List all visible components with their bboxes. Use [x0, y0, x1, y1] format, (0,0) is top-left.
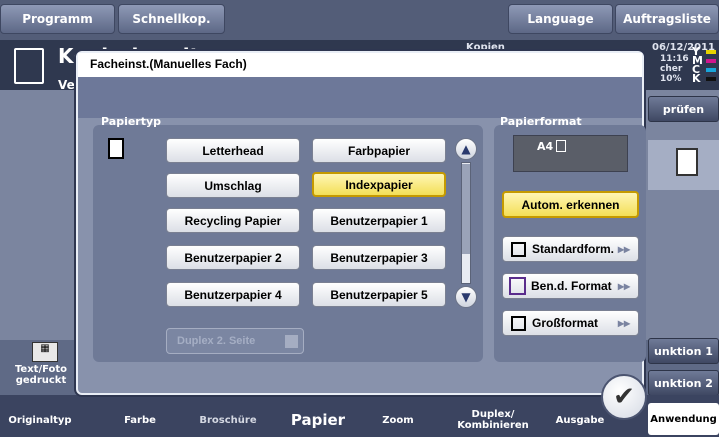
chevron-down-icon: ▼	[461, 290, 471, 304]
duplex-button-disabled: Duplex 2. Seite	[166, 328, 304, 354]
tab-broschuere[interactable]: Broschüre	[188, 405, 268, 435]
toner-bar-k	[706, 77, 716, 81]
speicher-text: cher	[660, 64, 683, 74]
chevron-right-icon: ▸▸	[617, 279, 630, 293]
text-foto-label: Text/Foto	[14, 364, 68, 375]
time-text: 11:16	[660, 54, 689, 64]
format-display	[513, 135, 628, 172]
paper-icon	[108, 138, 124, 159]
toner-k: K	[692, 72, 701, 85]
page-preview-icon	[676, 148, 698, 176]
papertype-benutzer3[interactable]: Benutzerpapier 3	[312, 245, 446, 270]
tab-zoom[interactable]: Zoom	[358, 405, 438, 435]
funktion-1-button[interactable]: unktion 1	[648, 338, 719, 364]
portrait-page-icon	[556, 140, 566, 152]
funktion-2-button[interactable]: unktion 2	[648, 370, 719, 396]
papertype-umschlag[interactable]: Umschlag	[166, 173, 300, 198]
tab-duplex[interactable]: Duplex/ Kombinieren	[448, 405, 538, 435]
standardformat-label: Standardform.	[532, 242, 615, 256]
pruefen-button[interactable]: prüfen	[648, 96, 719, 122]
custom-format-button[interactable]: Ben.d. Format ▸▸	[502, 273, 639, 299]
programm-button[interactable]: Programm	[0, 4, 115, 34]
papertype-benutzer2[interactable]: Benutzerpapier 2	[166, 245, 300, 270]
papertype-benutzer4[interactable]: Benutzerpapier 4	[166, 282, 300, 307]
papertype-indexpapier[interactable]: Indexpapier	[312, 172, 446, 197]
schnellkopie-button[interactable]: Schnellkop.	[118, 4, 225, 34]
tab-anwendung[interactable]: Anwendung	[648, 403, 719, 435]
format-display-value: A4	[537, 140, 554, 153]
toner-bar-c	[706, 68, 716, 72]
tab-papier[interactable]: Papier	[278, 405, 358, 435]
language-button[interactable]: Language	[508, 4, 613, 34]
toner-levels: Y M C K	[692, 46, 704, 85]
duplex-label: Duplex 2. Seite	[177, 335, 256, 347]
papertype-farbpapier[interactable]: Farbpapier	[312, 138, 446, 163]
papertype-recycling[interactable]: Recycling Papier	[166, 208, 300, 233]
standardformat-button[interactable]: Standardform. ▸▸	[502, 236, 639, 262]
text-foto-icon: ▦	[32, 342, 58, 362]
scroll-up-button[interactable]: ▲	[455, 138, 477, 160]
custom-format-label: Ben.d. Format	[531, 279, 612, 293]
papertype-letterhead[interactable]: Letterhead	[166, 138, 300, 163]
grossformat-button[interactable]: Großformat ▸▸	[502, 310, 639, 336]
scroll-thumb[interactable]	[462, 164, 470, 254]
checkmark-icon: ✔	[613, 382, 635, 412]
chevron-up-icon: ▲	[461, 142, 471, 156]
papiertyp-label: Papiertyp	[101, 115, 162, 128]
papertype-benutzer5[interactable]: Benutzerpapier 5	[312, 282, 446, 307]
custom-format-icon	[509, 277, 526, 295]
papertype-benutzer1[interactable]: Benutzerpapier 1	[312, 208, 446, 233]
ok-button[interactable]: ✔	[601, 374, 647, 420]
chevron-right-icon: ▸▸	[617, 316, 630, 330]
toner-bar-y	[706, 50, 716, 54]
scroll-down-button[interactable]: ▼	[455, 286, 477, 308]
dialog-header-band	[78, 77, 642, 118]
grossformat-label: Großformat	[532, 316, 598, 330]
chevron-right-icon: ▸▸	[617, 242, 630, 256]
standard-format-icon	[511, 241, 526, 257]
tab-farbe[interactable]: Farbe	[100, 405, 180, 435]
original-type-value[interactable]: Text/Foto gedruckt	[0, 364, 82, 386]
copy-icon	[14, 48, 44, 84]
dialog-title: Facheinst.(Manuelles Fach)	[78, 53, 642, 77]
toner-bar-m	[706, 59, 716, 63]
large-format-icon	[511, 315, 526, 331]
tab-originaltyp[interactable]: Originaltyp	[0, 405, 80, 435]
papierformat-label: Papierformat	[500, 115, 582, 128]
auftragsliste-button[interactable]: Auftragsliste	[615, 4, 719, 34]
gedruckt-label: gedruckt	[15, 375, 67, 386]
auto-detect-button[interactable]: Autom. erkennen	[502, 191, 639, 218]
duplex-checkbox-icon	[285, 335, 298, 348]
percent-text: 10%	[660, 74, 682, 84]
